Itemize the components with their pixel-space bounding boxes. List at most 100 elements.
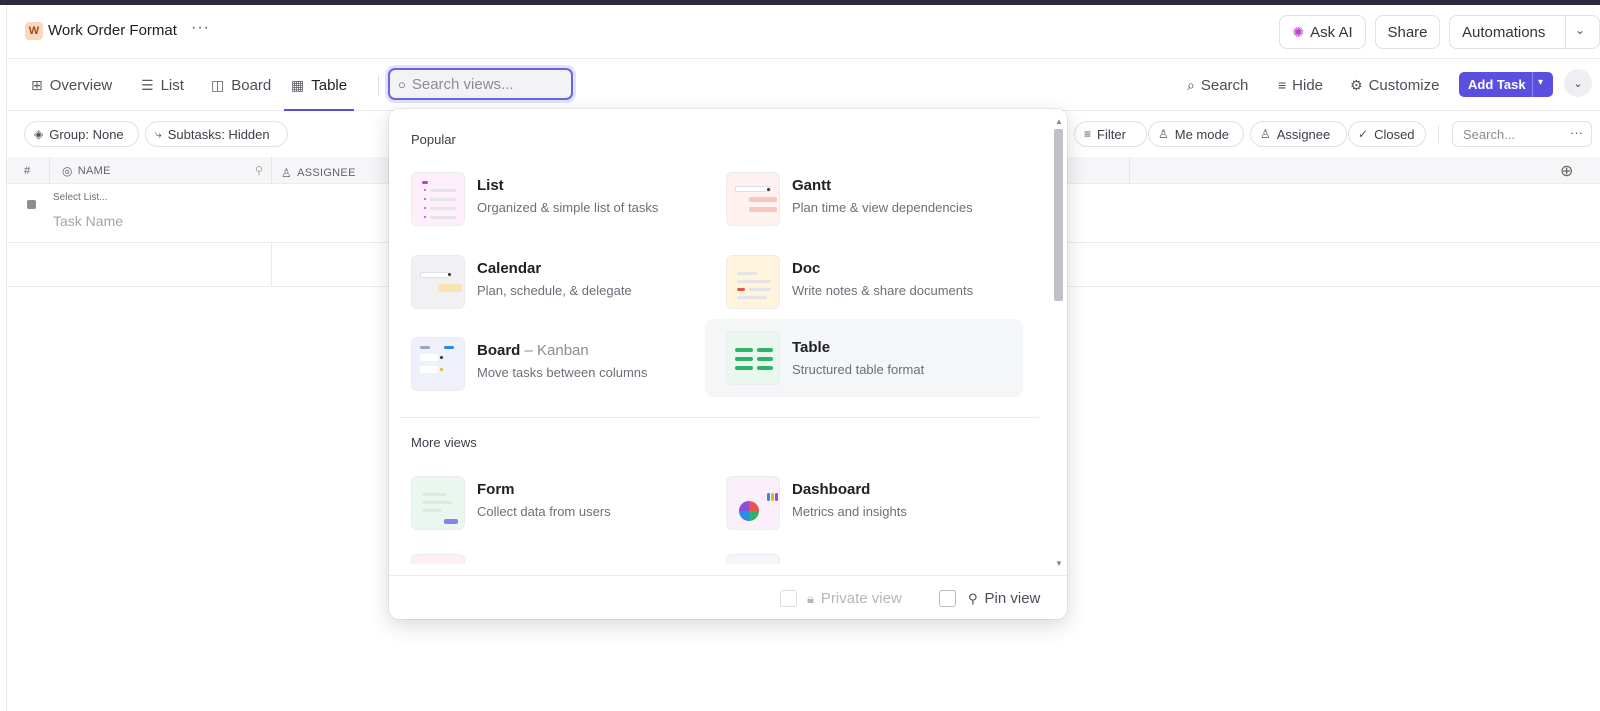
section-divider <box>399 417 1039 418</box>
customize-button[interactable]: ⚙ Customize <box>1350 59 1439 111</box>
sliders-icon: ≡ <box>1278 77 1287 93</box>
subtasks-icon: ⤷ <box>155 126 162 141</box>
view-description: Structured table format <box>792 362 925 377</box>
view-title: Calendar <box>477 260 542 277</box>
tab-list[interactable]: ☰ List <box>141 59 184 111</box>
popular-section-label: Popular <box>411 132 456 147</box>
private-view-option[interactable]: 🔒︎ Private view <box>807 590 902 607</box>
pin-view-checkbox[interactable] <box>939 590 956 607</box>
add-task-button[interactable]: Add Task ▾ <box>1459 72 1553 97</box>
search-button[interactable]: ⌕ Search <box>1187 59 1248 111</box>
tab-label: Board <box>231 76 272 94</box>
subtasks-chip[interactable]: ⤷ Subtasks: Hidden <box>145 121 288 147</box>
closed-chip[interactable]: ✓ Closed <box>1348 121 1426 147</box>
column-header-name[interactable]: ◎ NAME <box>62 157 111 184</box>
workspace-badge[interactable]: W <box>25 22 43 40</box>
collapse-toggle[interactable]: ⌄ <box>1564 69 1592 97</box>
chevron-down-icon[interactable]: ⌄ <box>1575 23 1585 37</box>
view-description: Move tasks between columns <box>477 365 648 380</box>
view-title: Table <box>792 339 831 356</box>
list-view-thumbnail <box>411 172 465 226</box>
hide-button[interactable]: ≡ Hide <box>1278 59 1323 111</box>
view-option-dashboard[interactable]: Dashboard Metrics and insights <box>716 463 1034 541</box>
me-mode-label: Me mode <box>1174 126 1229 142</box>
closed-label: Closed <box>1374 126 1415 142</box>
more-options-icon[interactable]: ··· <box>1570 125 1583 140</box>
task-search-placeholder: Search... <box>1463 126 1516 142</box>
view-option-doc[interactable]: Doc Write notes & share documents <box>716 242 1034 320</box>
views-dropdown: Popular List Organized & simple list of … <box>389 109 1067 619</box>
ask-ai-button[interactable]: ✺ Ask AI <box>1279 15 1366 49</box>
search-views-input[interactable] <box>411 75 562 93</box>
lock-icon: 🔒︎ <box>807 590 814 606</box>
page-title[interactable]: Work Order Format <box>48 22 177 39</box>
more-options-icon[interactable]: ··· <box>191 19 210 37</box>
scrollbar-thumb[interactable] <box>1054 129 1063 301</box>
assignee-label: Assignee <box>1276 126 1331 142</box>
column-header-assignee[interactable]: ♙ ASSIGNEE <box>281 159 356 186</box>
me-mode-chip[interactable]: ♙ Me mode <box>1148 121 1244 147</box>
view-title: Doc <box>792 260 821 277</box>
automations-button[interactable]: Automations ⌄ <box>1449 15 1600 49</box>
subtasks-label: Subtasks: Hidden <box>167 126 270 142</box>
view-title: Gantt <box>792 177 832 194</box>
pin-icon: ⚲ <box>968 590 978 606</box>
list-icon: ☰ <box>141 76 154 93</box>
pin-view-option[interactable]: ⚲ Pin view <box>968 590 1040 607</box>
assignee-chip[interactable]: ♙ Assignee <box>1250 121 1347 147</box>
view-option-table[interactable]: Table Structured table format <box>705 319 1023 397</box>
doc-view-thumbnail <box>726 255 780 309</box>
users-icon: ♙ <box>281 165 293 180</box>
pie-icon <box>739 501 759 521</box>
tab-label: Table <box>311 76 348 94</box>
scroll-up-icon[interactable]: ▲ <box>1055 117 1063 126</box>
search-views-field[interactable]: ○ <box>388 68 573 100</box>
chevron-down-icon[interactable]: ▾ <box>1538 77 1543 88</box>
pin-view-label: Pin view <box>984 590 1041 607</box>
search-icon: ○ <box>398 76 406 92</box>
tabs-divider <box>378 75 379 95</box>
task-search-input[interactable]: Search... ··· <box>1452 121 1592 147</box>
view-title: Board – Kanban <box>477 342 589 359</box>
status-square-icon[interactable] <box>27 200 36 209</box>
more-views-section-label: More views <box>411 435 477 450</box>
column-divider <box>1129 157 1130 184</box>
task-name-input[interactable]: Task Name <box>53 213 123 229</box>
view-title: Dashboard <box>792 481 871 498</box>
view-option-board[interactable]: Board – Kanban Move tasks between column… <box>401 324 719 402</box>
table-view-thumbnail <box>726 331 780 385</box>
view-option-calendar[interactable]: Calendar Plan, schedule, & delegate <box>401 242 719 320</box>
view-option-form[interactable]: Form Collect data from users <box>401 463 719 541</box>
ask-ai-label: Ask AI <box>1310 23 1353 41</box>
add-task-label: Add Task <box>1468 77 1526 92</box>
view-description: Write notes & share documents <box>792 283 974 298</box>
filter-chip[interactable]: ≡ Filter <box>1074 121 1147 147</box>
view-title-main: Board <box>477 342 521 359</box>
overview-icon: ⊞ <box>31 76 43 93</box>
tab-table[interactable]: ▦ Table <box>283 59 355 111</box>
view-title: Form <box>477 481 515 498</box>
layers-icon: ◈ <box>34 127 44 141</box>
board-view-thumbnail <box>411 337 465 391</box>
tab-overview[interactable]: ⊞ Overview <box>31 59 112 111</box>
tab-board[interactable]: ◫ Board <box>211 59 271 111</box>
column-label: NAME <box>77 164 111 177</box>
add-column-icon[interactable]: ⊕ <box>1560 157 1574 184</box>
view-description: Organized & simple list of tasks <box>477 200 659 215</box>
partial-view-thumbnail <box>726 554 780 564</box>
private-view-checkbox[interactable] <box>780 590 797 607</box>
ai-brain-icon: ✺ <box>1292 23 1305 40</box>
share-button[interactable]: Share <box>1375 15 1440 49</box>
dropdown-scrollbar[interactable]: ▲ ▼ <box>1052 117 1064 577</box>
group-chip[interactable]: ◈ Group: None <box>24 121 139 147</box>
pin-icon[interactable]: ⚲ <box>255 157 263 184</box>
tab-label: List <box>160 76 184 94</box>
view-option-list[interactable]: List Organized & simple list of tasks <box>401 159 719 237</box>
button-divider <box>1532 72 1533 97</box>
view-description: Plan, schedule, & delegate <box>477 283 632 298</box>
scroll-down-icon[interactable]: ▼ <box>1055 559 1063 568</box>
view-description: Collect data from users <box>477 504 611 519</box>
view-description: Metrics and insights <box>792 504 907 519</box>
view-option-gantt[interactable]: Gantt Plan time & view dependencies <box>716 159 1034 237</box>
select-list-label[interactable]: Select List... <box>53 192 107 203</box>
